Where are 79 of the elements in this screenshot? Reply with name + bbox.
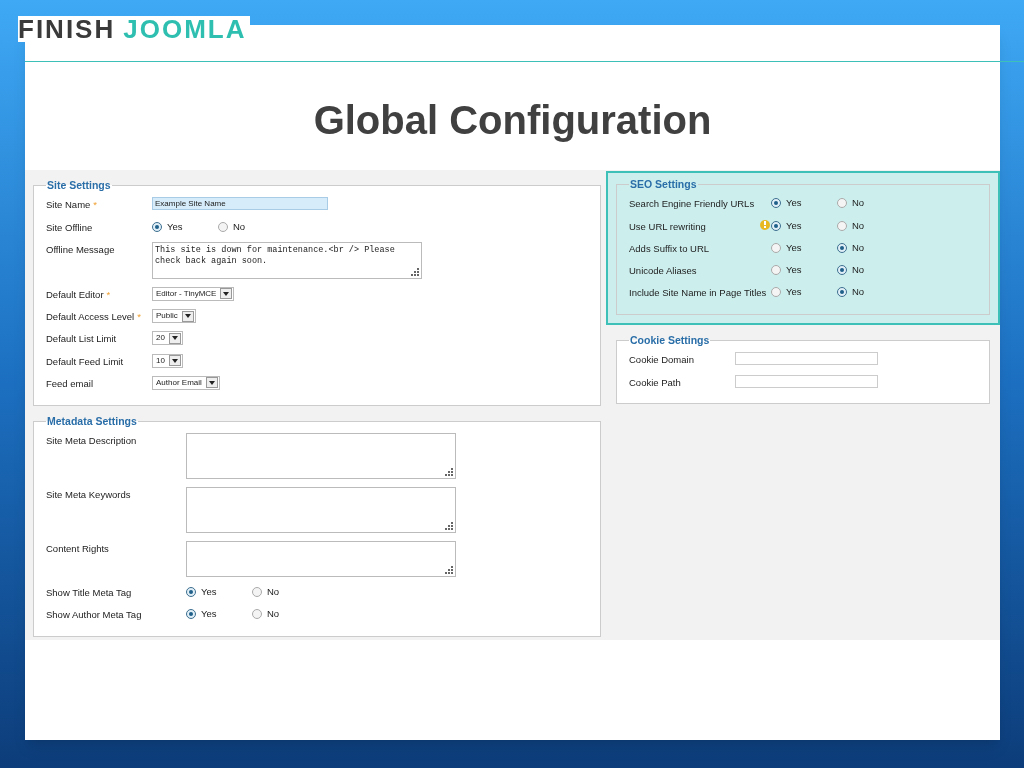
field-label: Cookie Path <box>629 375 681 390</box>
option-label: No <box>852 263 865 277</box>
field-label: Offline Message <box>46 243 115 258</box>
field-label: Site Name <box>46 198 91 213</box>
logo-text: FINISH <box>18 16 116 42</box>
section-legend: Metadata Settings <box>46 413 138 430</box>
field-label: Show Author Meta Tag <box>46 608 142 622</box>
text-area[interactable] <box>186 433 456 480</box>
field-label: Default Feed Limit <box>46 354 124 369</box>
resize-grip-icon <box>445 566 453 575</box>
radio-button[interactable] <box>837 242 847 253</box>
radio-button[interactable] <box>837 198 847 209</box>
dropdown[interactable]: Public <box>152 309 196 323</box>
option-label: No <box>852 285 865 300</box>
option-label: No <box>852 240 865 255</box>
radio-button[interactable] <box>771 265 781 276</box>
field-label: Adds Suffix to URL <box>629 241 710 256</box>
radio-button[interactable] <box>837 265 847 276</box>
field-label: Feed email <box>46 376 93 391</box>
radio-button[interactable] <box>186 586 196 597</box>
field-label: Site Meta Keywords <box>46 488 131 503</box>
section-legend: Site Settings <box>46 178 112 194</box>
dropdown[interactable]: Editor - TinyMCE <box>152 286 235 301</box>
resize-grip-icon <box>445 522 453 531</box>
text-area[interactable] <box>186 487 456 534</box>
field-label: Default Access Level <box>46 310 135 324</box>
field-label: Content Rights <box>46 542 109 557</box>
dropdown[interactable]: Author Email <box>152 375 220 390</box>
logo-text: JOOMLA <box>123 16 247 42</box>
resize-grip-icon <box>411 268 419 277</box>
text-field[interactable] <box>735 352 878 366</box>
field-label: Site Offline <box>46 220 93 235</box>
option-label: Yes <box>167 219 183 234</box>
text-area[interactable]: This site is down for maintenance.<br /> Please check back again soon. <box>152 242 422 280</box>
radio-button[interactable] <box>186 609 196 620</box>
field-label: Use URL rewriting <box>629 219 706 234</box>
field-label: Include Site Name in Page Titles <box>629 286 767 301</box>
option-label: No <box>267 584 280 599</box>
radio-button[interactable] <box>152 221 162 232</box>
dropdown[interactable]: 20 <box>152 331 183 346</box>
dropdown-arrow-icon <box>168 355 181 366</box>
radio-button[interactable] <box>837 220 847 231</box>
option-label: No <box>852 218 865 233</box>
option-label: Yes <box>786 218 802 233</box>
resize-grip-icon <box>445 468 453 477</box>
radio-button[interactable] <box>771 242 781 253</box>
option-label: Yes <box>786 196 802 211</box>
required-asterisk: * <box>137 310 141 324</box>
field-label: Show Title Meta Tag <box>46 585 132 600</box>
option-label: No <box>852 196 865 211</box>
radio-button[interactable] <box>771 220 781 231</box>
slide-title: Global Configuration <box>313 97 712 144</box>
radio-button[interactable] <box>837 287 847 298</box>
option-label: Yes <box>786 285 802 300</box>
section-legend: Cookie Settings <box>629 333 711 349</box>
radio-button[interactable] <box>771 198 781 209</box>
text-field[interactable]: Example Site Name <box>152 197 328 211</box>
option-label: No <box>233 219 246 234</box>
radio-button[interactable] <box>218 221 228 232</box>
required-asterisk: * <box>106 287 111 302</box>
option-label: Yes <box>201 607 217 621</box>
radio-button[interactable] <box>252 586 262 597</box>
field-label: Search Engine Friendly URLs <box>629 197 755 212</box>
field-label: Site Meta Description <box>46 434 137 449</box>
option-label: Yes <box>786 240 802 255</box>
field-label: Unicode Aliases <box>629 264 697 278</box>
section-legend: SEO Settings <box>629 177 698 193</box>
radio-button[interactable] <box>771 287 781 298</box>
option-label: No <box>267 607 280 621</box>
text-field[interactable] <box>735 374 878 388</box>
radio-button[interactable] <box>252 609 262 620</box>
option-label: Yes <box>201 584 217 599</box>
field-label: Default List Limit <box>46 332 117 347</box>
field-label: Default Editor <box>46 287 104 302</box>
text-area[interactable] <box>186 541 456 578</box>
required-asterisk: * <box>93 198 98 213</box>
dropdown[interactable]: 10 <box>152 353 183 368</box>
option-label: Yes <box>786 263 802 277</box>
field-label: Cookie Domain <box>629 353 694 368</box>
